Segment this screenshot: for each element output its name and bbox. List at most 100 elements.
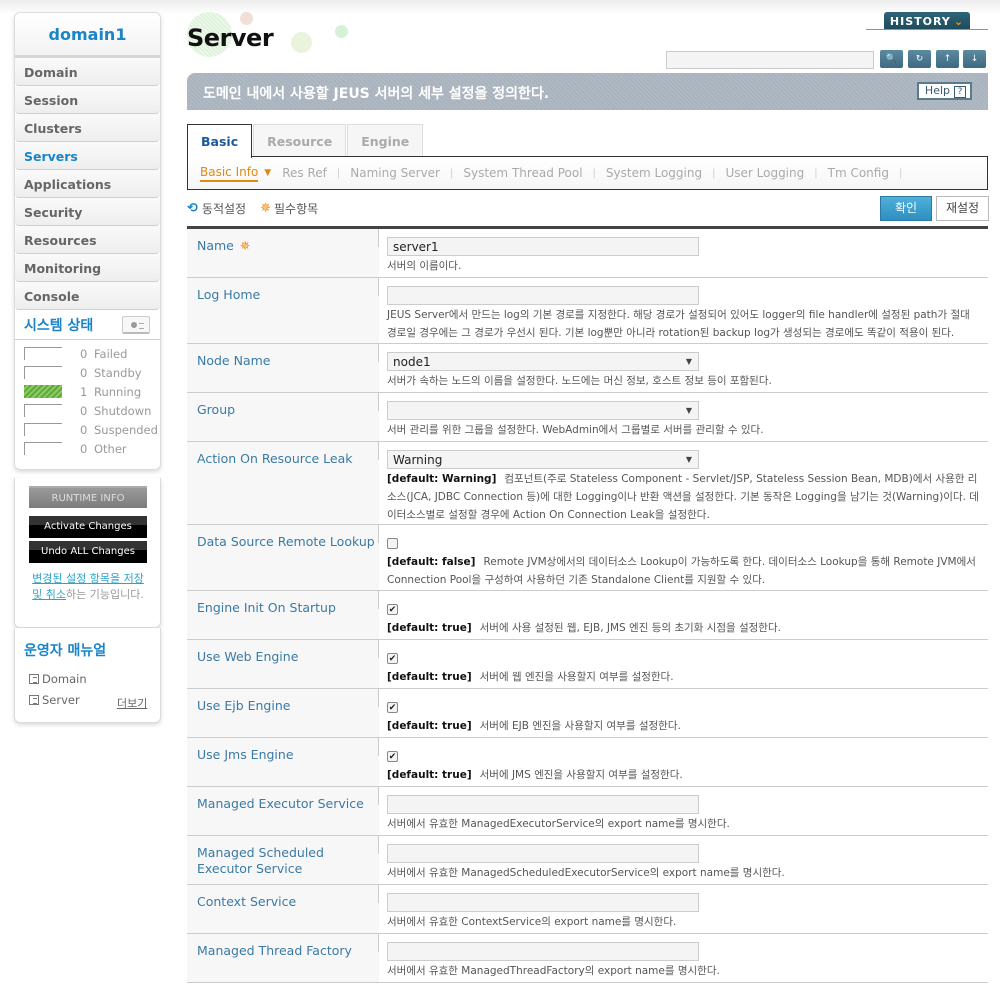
- field-description: [default: Warning] 컴포넌트(주로 Stateless Comp…: [387, 470, 980, 524]
- refresh-icon[interactable]: ↻: [908, 50, 931, 68]
- server-form: Name ✵ server1 서버의 이름이다. Log Home JEUS Se…: [187, 226, 988, 983]
- status-failed: 0 Failed: [24, 344, 160, 363]
- action-on-resource-leak-select[interactable]: Warning: [387, 450, 699, 469]
- form-row-log-home: Log Home JEUS Server에서 만드는 log의 기본 경로를 지…: [187, 278, 988, 344]
- field-description: [default: false] Remote JVM상에서의 데이터소스 Loo…: [387, 553, 980, 589]
- subnav-basic-info[interactable]: Basic Info: [200, 165, 259, 182]
- field-label: Name ✵: [187, 229, 379, 277]
- confirm-button[interactable]: 확인: [880, 196, 932, 221]
- tab-resource[interactable]: Resource: [253, 124, 347, 157]
- sidebar-item-servers[interactable]: Servers: [15, 142, 160, 170]
- sidebar-item-resources[interactable]: Resources: [15, 226, 160, 254]
- managed-scheduled-executor-service-input[interactable]: [387, 844, 699, 863]
- description-text: 서버에 JMS 엔진을 사용할지 여부를 설정한다.: [479, 769, 683, 781]
- xml-upload-icon[interactable]: ↑: [936, 50, 959, 68]
- subnav-res-ref[interactable]: Res Ref: [282, 166, 327, 180]
- manual-panel: 운영자 매뉴얼 Domain Server 더보기: [14, 628, 161, 723]
- runtime-info-button[interactable]: RUNTIME INFO: [29, 486, 147, 508]
- help-button[interactable]: Help?: [916, 82, 972, 100]
- status-label: Running: [94, 384, 142, 399]
- separator: |: [712, 167, 716, 179]
- form-row-managed-scheduled-executor-service: Managed Scheduled Executor Service 서버에서 …: [187, 836, 988, 885]
- legend-dynamic: 동적설정: [201, 202, 247, 216]
- field-body: [default: false] Remote JVM상에서의 데이터소스 Loo…: [379, 525, 988, 590]
- sidebar-item-domain[interactable]: Domain: [15, 58, 160, 86]
- subnav-system-thread-pool[interactable]: System Thread Pool: [463, 166, 582, 180]
- page-title: Server: [187, 24, 274, 52]
- status-count: 0: [80, 441, 88, 456]
- subnav-system-logging[interactable]: System Logging: [606, 166, 702, 180]
- use-ejb-engine-checkbox[interactable]: ✔: [387, 702, 398, 713]
- domain-title[interactable]: domain1: [15, 13, 160, 58]
- use-web-engine-checkbox[interactable]: ✔: [387, 653, 398, 664]
- activate-changes-button[interactable]: Activate Changes: [29, 516, 147, 538]
- chevron-down-icon: ⌄: [953, 15, 965, 28]
- field-body: 서버 관리를 위한 그룹을 설정한다. WebAdmin에서 그룹별로 서버를 …: [379, 393, 988, 441]
- description-text: 서버에 EJB 엔진을 사용할지 여부를 설정한다.: [479, 720, 681, 732]
- sidebar-item-session[interactable]: Session: [15, 86, 160, 114]
- sidebar-item-clusters[interactable]: Clusters: [15, 114, 160, 142]
- field-label: Managed Thread Factory: [187, 934, 379, 982]
- more-link[interactable]: 더보기: [117, 695, 147, 711]
- description-text: 서버에 사용 설정된 웹, EJB, JMS 엔진 등의 초기화 시점을 설정한…: [479, 622, 781, 634]
- manual-title: 운영자 매뉴얼: [24, 643, 107, 659]
- name-input[interactable]: server1: [387, 237, 699, 256]
- group-select[interactable]: [387, 401, 699, 420]
- field-body: 서버에서 유효한 ManagedExecutorService의 export …: [379, 787, 988, 835]
- log-home-input[interactable]: [387, 286, 699, 305]
- question-icon: ?: [954, 86, 966, 98]
- field-description: 서버 관리를 위한 그룹을 설정한다. WebAdmin에서 그룹별로 서버를 …: [387, 424, 764, 436]
- form-row-engine-init-on-startup: Engine Init On Startup ✔ [default: true]…: [187, 591, 988, 640]
- field-label-text: Name: [197, 238, 234, 253]
- description-text: 서버에 웹 엔진을 사용할지 여부를 설정한다.: [479, 671, 674, 683]
- managed-executor-service-input[interactable]: [387, 795, 699, 814]
- field-label: Managed Scheduled Executor Service: [187, 836, 379, 884]
- status-count: 0: [80, 365, 88, 380]
- legend-required: 필수항목: [273, 202, 319, 216]
- subnav-naming-server[interactable]: Naming Server: [350, 166, 440, 180]
- tab-basic[interactable]: Basic: [187, 124, 253, 158]
- node-name-select[interactable]: node1: [387, 352, 699, 371]
- history-underline: [866, 29, 988, 30]
- history-button[interactable]: HISTORY ⌄: [884, 12, 970, 30]
- status-other: 0 Other: [24, 439, 160, 458]
- sidebar-item-applications[interactable]: Applications: [15, 170, 160, 198]
- field-label: Use Ejb Engine: [187, 689, 379, 737]
- monitor-icon[interactable]: [122, 315, 150, 334]
- banner-text: 도메인 내에서 사용할 JEUS 서버의 세부 설정을 정의한다.: [203, 86, 550, 102]
- manual-item-server[interactable]: Server: [29, 693, 80, 707]
- data-source-remote-lookup-checkbox[interactable]: [387, 538, 398, 549]
- context-service-input[interactable]: [387, 893, 699, 912]
- form-row-managed-thread-factory: Managed Thread Factory 서버에서 유효한 ManagedT…: [187, 934, 988, 983]
- field-label: Use Jms Engine: [187, 738, 379, 786]
- form-row-use-web-engine: Use Web Engine ✔ [default: true] 서버에 웹 엔진…: [187, 640, 988, 689]
- field-description: 서버가 속하는 노드의 이름을 설정한다. 노드에는 머신 정보, 호스트 정보…: [387, 375, 772, 387]
- field-body: 서버에서 유효한 ManagedThreadFactory의 export na…: [379, 934, 988, 982]
- status-running: 1 Running: [24, 382, 160, 401]
- form-row-action-on-resource-leak: Action On Resource Leak Warning [default…: [187, 442, 988, 525]
- use-jms-engine-checkbox[interactable]: ✔: [387, 751, 398, 762]
- manual-item-domain[interactable]: Domain: [29, 672, 87, 686]
- status-bar: [24, 423, 62, 436]
- undo-all-changes-button[interactable]: Undo ALL Changes: [29, 541, 147, 563]
- description-text: Remote JVM상에서의 데이터소스 Lookup이 가능하도록 한다. 데…: [387, 556, 976, 586]
- managed-thread-factory-input[interactable]: [387, 942, 699, 961]
- sidebar-item-monitoring[interactable]: Monitoring: [15, 254, 160, 282]
- subnav-tm-config[interactable]: Tm Config: [828, 166, 889, 180]
- field-body: node1 서버가 속하는 노드의 이름을 설정한다. 노드에는 머신 정보, …: [379, 344, 988, 392]
- separator: |: [898, 167, 903, 179]
- sidebar-item-security[interactable]: Security: [15, 198, 160, 226]
- sub-navigation: Basic Info ▼ Res Ref | Naming Server | Syst…: [187, 156, 988, 190]
- subnav-user-logging[interactable]: User Logging: [725, 166, 804, 180]
- search-input[interactable]: [666, 51, 874, 69]
- tab-bar: Basic Resource Engine: [187, 124, 424, 158]
- engine-init-on-startup-checkbox[interactable]: ✔: [387, 604, 398, 615]
- tab-engine[interactable]: Engine: [347, 124, 424, 157]
- reset-button[interactable]: 재설정: [936, 196, 989, 221]
- xml-download-icon[interactable]: ↓: [963, 50, 986, 68]
- change-actions-panel: RUNTIME INFO Activate Changes Undo ALL C…: [14, 478, 161, 628]
- sidebar-item-console[interactable]: Console: [15, 282, 160, 310]
- status-bar: [24, 442, 62, 455]
- search-icon[interactable]: 🔍: [880, 50, 903, 68]
- description-banner: 도메인 내에서 사용할 JEUS 서버의 세부 설정을 정의한다. Help?: [187, 73, 988, 110]
